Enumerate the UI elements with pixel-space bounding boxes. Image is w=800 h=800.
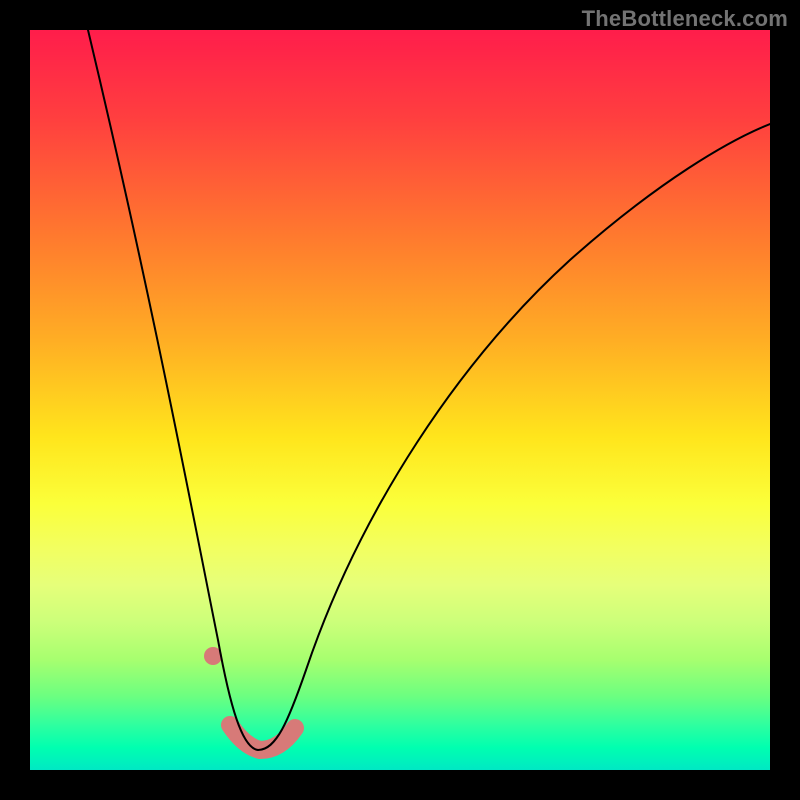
chart-frame: TheBottleneck.com (0, 0, 800, 800)
plot-area (30, 30, 770, 770)
bottleneck-curve (88, 30, 770, 750)
curve-svg (30, 30, 770, 770)
watermark-text: TheBottleneck.com (582, 6, 788, 32)
